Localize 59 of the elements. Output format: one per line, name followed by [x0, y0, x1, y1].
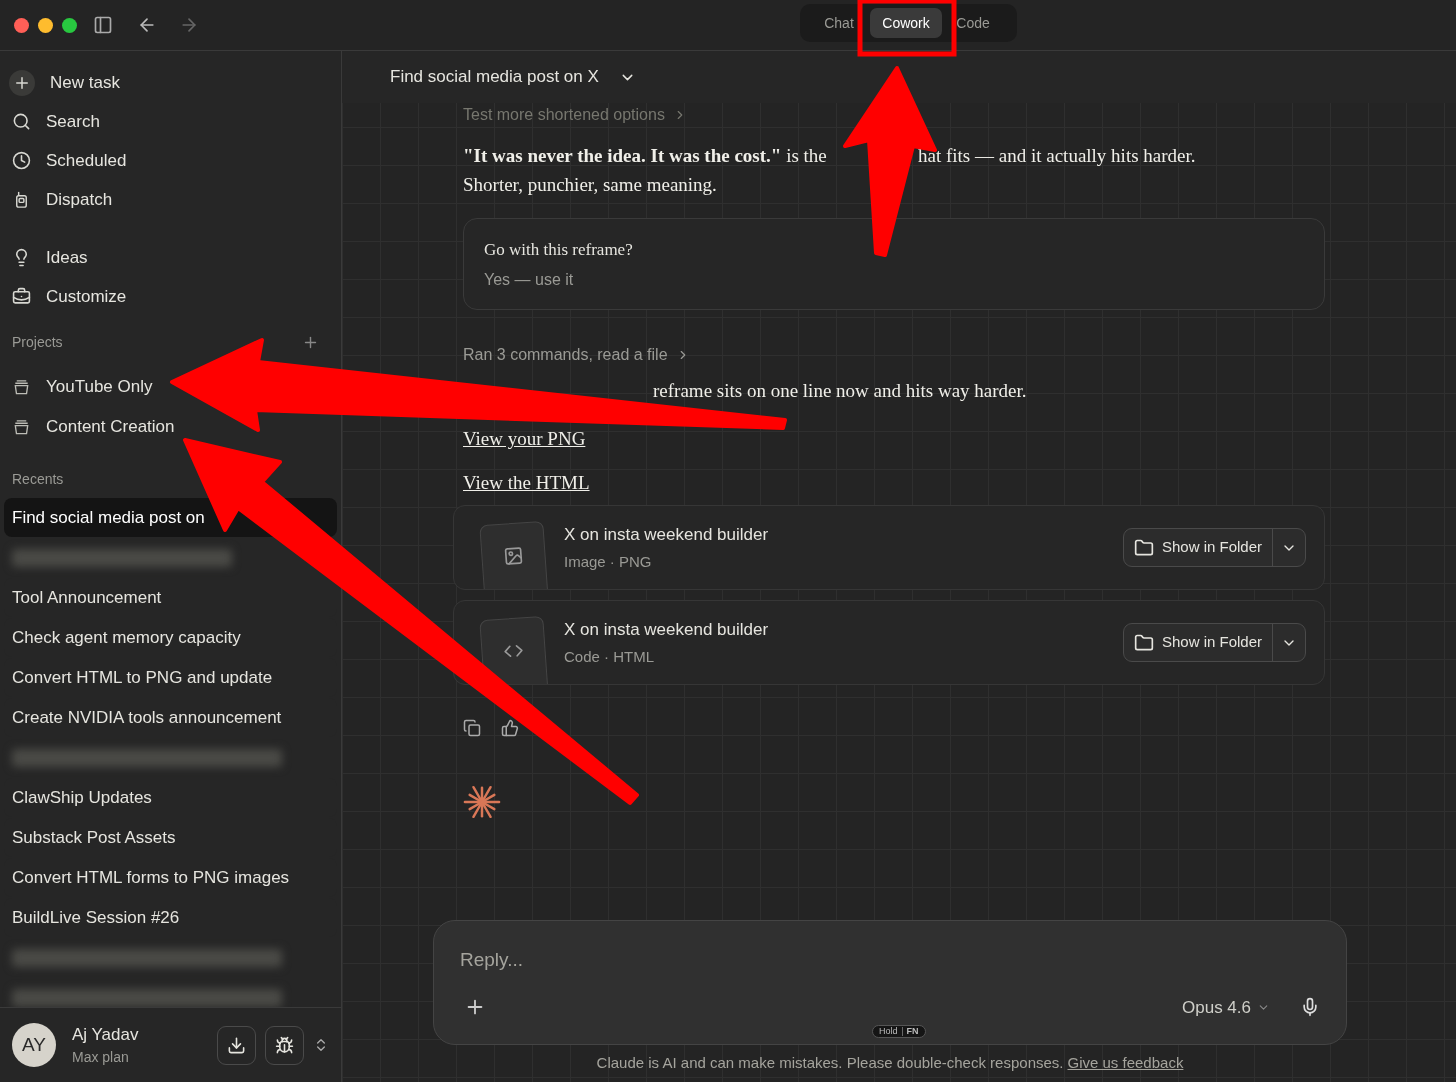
- show-in-folder-button[interactable]: Show in Folder: [1123, 529, 1273, 566]
- file-type: Code · HTML: [564, 646, 656, 667]
- question-text: Go with this reframe?: [484, 239, 633, 261]
- key-label: FN: [901, 1027, 919, 1036]
- close-window-button[interactable]: [14, 17, 29, 33]
- nav-item[interactable]: Search: [12, 102, 329, 141]
- user-plan: Max plan: [72, 1048, 130, 1068]
- minimize-window-button[interactable]: [38, 17, 53, 33]
- bug-icon: [275, 1035, 294, 1055]
- key-label: Hold: [879, 1027, 898, 1036]
- microphone-icon[interactable]: [1300, 997, 1320, 1018]
- maximize-window-button[interactable]: [62, 17, 77, 33]
- nav-item[interactable]: Scheduled: [12, 141, 329, 180]
- file-type: Image · PNG: [564, 551, 653, 572]
- file-link[interactable]: View the HTML: [463, 469, 590, 493]
- project-item[interactable]: Content Creation: [12, 414, 175, 440]
- feedback-link[interactable]: Give us feedback: [1067, 1052, 1184, 1075]
- spark-icon: [463, 783, 501, 821]
- copy-icon[interactable]: [463, 719, 481, 737]
- file-link[interactable]: View your PNG: [463, 425, 586, 449]
- project-item[interactable]: YouTube Only: [12, 374, 153, 400]
- plus-icon: [9, 69, 35, 96]
- image-icon: [502, 544, 525, 567]
- download-button[interactable]: [217, 1025, 256, 1065]
- nav-item[interactable]: Customize: [12, 277, 329, 316]
- file-name: X on insta weekend builder: [564, 524, 769, 546]
- download-icon: [227, 1035, 246, 1055]
- answer-text: Yes — use it: [484, 270, 574, 290]
- show-in-folder-button[interactable]: Show in Folder: [1123, 624, 1273, 661]
- tray-icon: [12, 417, 31, 437]
- search-icon: [12, 112, 31, 131]
- mode-tab[interactable]: Chat: [810, 8, 868, 38]
- user-avatar[interactable]: AY: [12, 1023, 56, 1067]
- reply-field[interactable]: Reply...: [460, 946, 1320, 975]
- clock-icon: [12, 151, 31, 170]
- nav-item[interactable]: New task: [12, 63, 329, 102]
- folder-icon: [1133, 537, 1154, 558]
- bug-button[interactable]: [265, 1025, 304, 1065]
- sidebar-toggle-icon[interactable]: [93, 15, 113, 35]
- file-name: X on insta weekend builder: [564, 619, 769, 641]
- section-heading: Recents: [12, 469, 64, 489]
- thumbs-up-icon[interactable]: [501, 719, 519, 737]
- toolbox-icon: [12, 287, 31, 306]
- disclaimer-text: Claude is AI and can make mistakes. Please double-check responses.: [596, 1053, 1064, 1074]
- nav-item[interactable]: Dispatch: [12, 180, 329, 219]
- message-text: hat fits — and it actually hits harder.: [918, 144, 1196, 168]
- steps-link[interactable]: Ran 3 commands, read a file: [463, 343, 690, 367]
- section-heading: Projects: [12, 332, 63, 352]
- user-name: Aj Yadav: [72, 1023, 139, 1046]
- message-text: "It was never the idea. It was the cost." is the: [463, 144, 828, 168]
- folder-icon: [1133, 632, 1154, 653]
- model-selector[interactable]: Opus 4.6: [1182, 994, 1270, 1020]
- nav-item[interactable]: Ideas: [12, 238, 329, 277]
- tray-icon: [12, 377, 31, 397]
- message-text: Shorter, punchier, same meaning.: [463, 173, 718, 197]
- conversation-title[interactable]: Find social media post on X: [390, 64, 599, 90]
- message-text: reframe sits on one line now and hits way harder.: [653, 381, 1027, 401]
- mode-tab[interactable]: Code: [944, 8, 1002, 38]
- mode-tab[interactable]: Cowork: [870, 8, 942, 38]
